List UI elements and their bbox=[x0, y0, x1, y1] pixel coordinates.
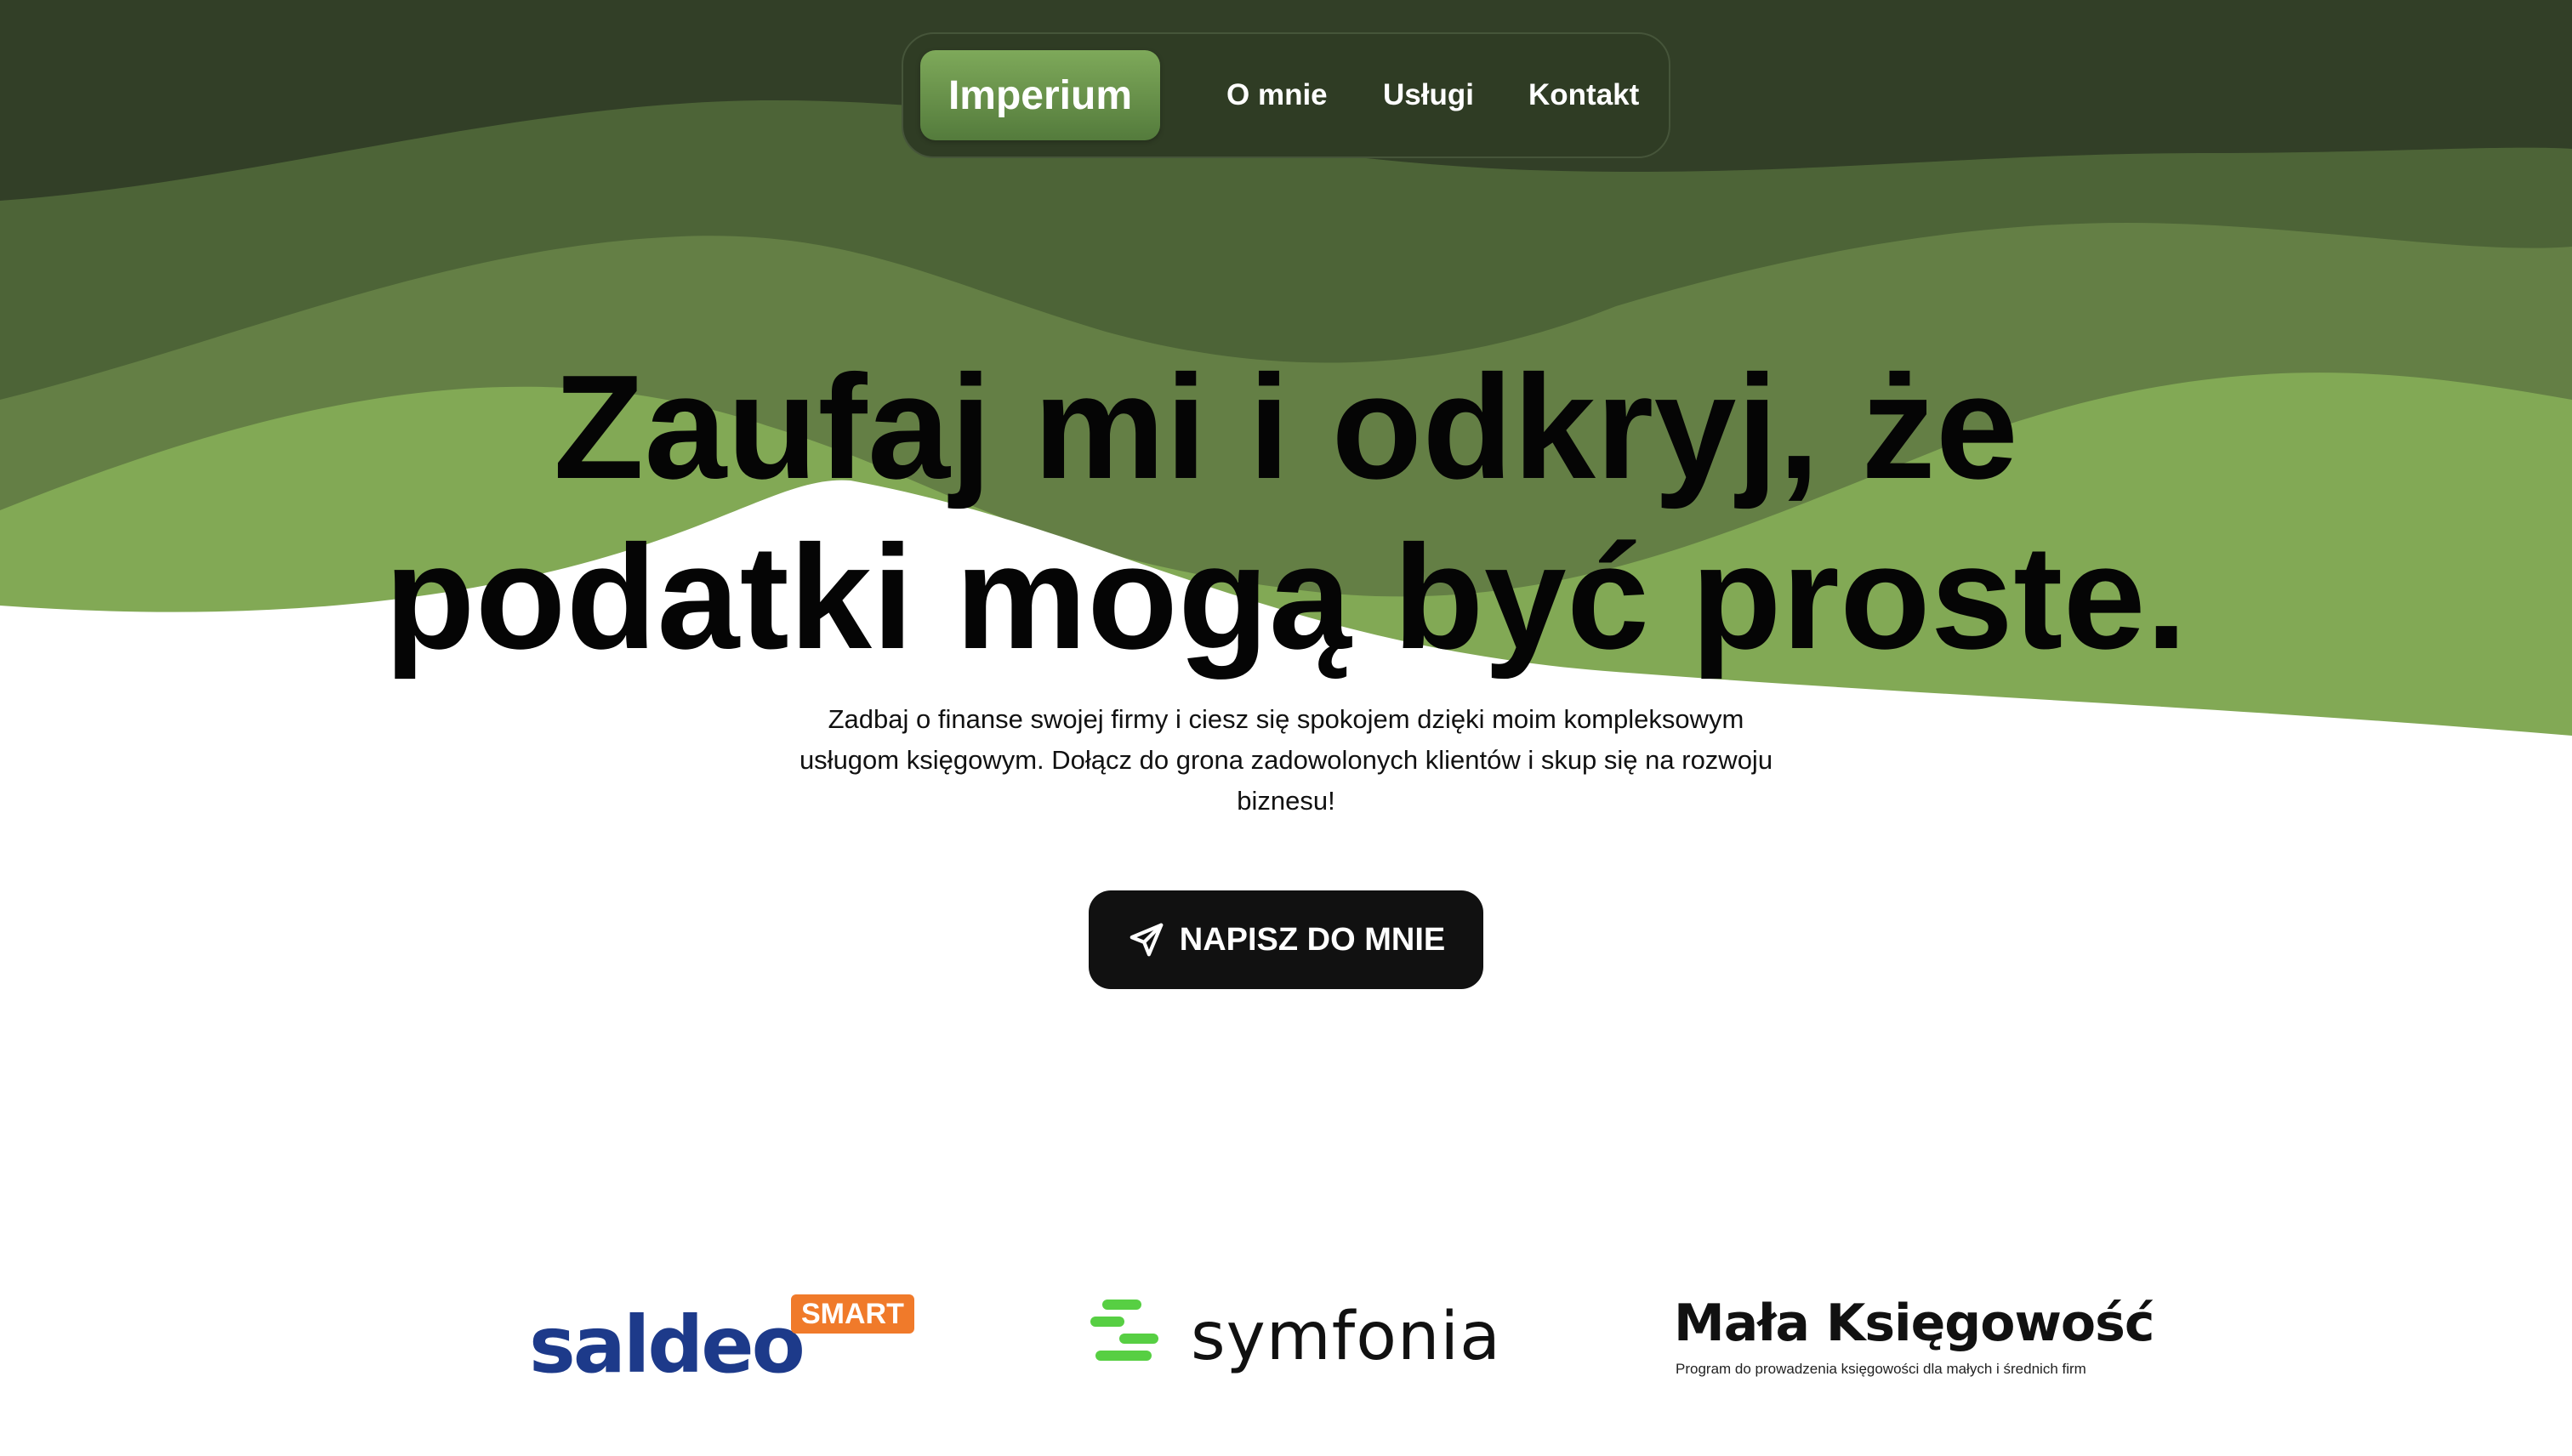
saldeo-wordmark: saldeo bbox=[529, 1300, 805, 1391]
mala-ksiegowosc-logo: Mała Księgowość Program do prowadzenia k… bbox=[1674, 1293, 2154, 1386]
contact-me-button-label: NAPISZ DO MNIE bbox=[1179, 921, 1446, 958]
hero-heading-line-2: podatki mogą być proste. bbox=[384, 514, 2188, 680]
nav-link-about[interactable]: O mnie bbox=[1226, 34, 1328, 156]
mala-ksiegowosc-subtitle: Program do prowadzenia księgowości dla m… bbox=[1676, 1361, 2086, 1377]
saldeo-smart-logo: saldeo SMART bbox=[529, 1291, 914, 1393]
symfonia-wordmark: symfonia bbox=[1191, 1299, 1501, 1375]
symfonia-logo: symfonia bbox=[1090, 1291, 1500, 1385]
partner-logos: saldeo SMART symfonia Mała Księgowość Pr… bbox=[0, 1276, 2572, 1395]
contact-me-button[interactable]: NAPISZ DO MNIE bbox=[1089, 890, 1483, 989]
top-navigation: Imperium O mnie Usługi Kontakt bbox=[902, 32, 1670, 158]
hero-description: Zadbaj o finanse swojej firmy i ciesz si… bbox=[799, 704, 1773, 816]
send-icon bbox=[1127, 920, 1166, 959]
hero-heading: Zaufaj mi i odkryj, że podatki mogą być … bbox=[0, 342, 2572, 682]
hero-heading-line-1: Zaufaj mi i odkryj, że bbox=[553, 344, 2019, 509]
saldeo-smart-badge: SMART bbox=[791, 1294, 914, 1334]
brand-logo-button[interactable]: Imperium bbox=[920, 50, 1160, 140]
mala-ksiegowosc-title: Mała Księgowość bbox=[1674, 1294, 2154, 1353]
symfonia-mark-icon bbox=[1090, 1300, 1158, 1361]
nav-link-services[interactable]: Usługi bbox=[1383, 34, 1474, 156]
nav-link-contact[interactable]: Kontakt bbox=[1528, 34, 1639, 156]
